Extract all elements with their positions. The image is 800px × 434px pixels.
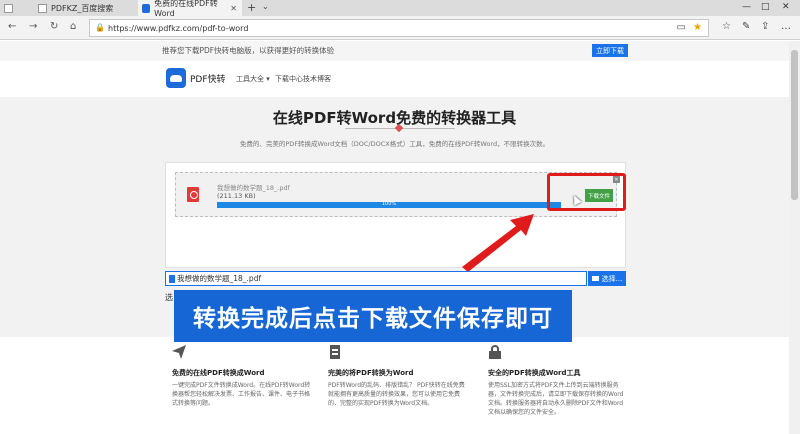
feature-desc: 使用SSL加密方式将PDF文件上传到云端转换服务器，文件转换完成后，请立即下载保… [488,382,624,416]
paper-plane-icon [172,345,186,359]
red-arrow-icon [462,214,534,272]
file-path-input[interactable]: 我想做的数学题_18_.pdf [165,271,587,286]
uploaded-file-size: (211.13 KB) [217,192,256,200]
favorite-star-icon[interactable]: ★ [693,22,702,33]
share-icon[interactable]: ⇪ [761,21,769,32]
pen-icon[interactable]: ✎ [742,21,750,32]
close-tab-icon[interactable]: ✕ [230,4,237,13]
lock-icon: 🔒 [95,23,105,32]
folder-icon [591,276,599,281]
browser-tab-bar: PDFKZ_百度搜索 免费的在线PDF转Word ✕ + ⌄ — □ ✕ [0,0,800,18]
url-text: https://www.pdfkz.com/pdf-to-word [108,23,249,33]
progress-text: 100% [381,201,397,207]
new-tab-icon[interactable]: + [247,1,256,14]
download-now-button[interactable]: 立即下载 [592,44,628,57]
more-icon[interactable]: … [781,21,791,32]
lock-icon [489,345,501,359]
maximize-icon[interactable]: □ [761,2,770,12]
feature-desc: PDF转Word的乱码、排版错乱？ PDF快转在线免费就能拥有更高质量的转换效果… [328,382,465,407]
feature-title: 免费的在线PDF转换成Word [172,369,265,377]
pdf-glyph-icon [330,345,340,359]
address-bar[interactable]: 🔒 https://www.pdfkz.com/pdf-to-word ▭ ★ [89,19,709,37]
scrollbar-thumb[interactable] [791,50,798,200]
chevron-down-icon[interactable]: ⌄ [262,2,269,11]
choose-file-label: 选择... [601,274,623,283]
file-icon [169,275,175,283]
favorites-icon[interactable]: ☆ [722,21,731,32]
nav-tools[interactable]: 工具大全 ▾ [236,74,270,84]
select-label: 选 [165,293,173,302]
instruction-overlay: 转换完成后点击下载文件保存即可 [174,290,572,342]
logo-icon[interactable] [166,68,186,88]
site-header: PDF快转 工具大全 ▾ 下载中心 技术博客 [0,61,789,97]
choose-file-button[interactable]: 选择... [588,271,626,286]
nav-tech-blog[interactable]: 技术博客 [303,74,331,84]
home-icon[interactable]: ⌂ [70,21,76,32]
browser-nav-bar: ← → ↻ ⌂ 🔒 https://www.pdfkz.com/pdf-to-w… [0,16,800,40]
uploaded-file-name: 我想做的数学题_18_.pdf [217,184,290,192]
web-page: 推荐您下载PDF快转电脑版，以获得更好的转换体验 立即下载 PDF快转 工具大全… [0,41,789,434]
promo-banner: 推荐您下载PDF快转电脑版，以获得更好的转换体验 立即下载 [0,41,789,61]
refresh-icon[interactable]: ↻ [50,21,58,32]
pdfkz-favicon [142,3,151,13]
minimize-icon[interactable]: — [742,2,751,12]
tab-active[interactable]: 免费的在线PDF转Word ✕ [138,0,242,18]
page-icon [38,3,47,13]
close-window-icon[interactable]: ✕ [782,2,790,12]
feature-desc: 一键完成PDF文件转换成Word。在线PDF转Word转换器帮您轻松解决发票、工… [172,382,311,407]
pdf-file-icon [187,187,199,202]
page-title: 在线PDF转Word免费的转换器工具 [272,109,517,127]
page-icon [4,3,13,13]
tab-label: PDFKZ_百度搜索 [51,3,114,13]
highlight-box [547,173,626,211]
reading-view-icon[interactable]: ▭ [677,22,686,33]
tab-pinned[interactable] [0,0,34,16]
feature-title: 安全的PDF转换成Word工具 [488,369,581,377]
logo-text[interactable]: PDF快转 [190,72,226,85]
forward-icon[interactable]: → [29,21,37,32]
feature-title: 完美的将PDF转换为Word [328,369,414,377]
file-path-value: 我想做的数学题_18_.pdf [177,274,262,283]
back-icon[interactable]: ← [8,21,16,32]
page-subtitle: 免费的、完美的PDF转换成Word文档（DOC/DOCX格式）工具，免费的在线P… [239,140,550,148]
nav-download-center[interactable]: 下载中心 [275,74,303,84]
banner-text: 推荐您下载PDF快转电脑版，以获得更好的转换体验 [162,46,335,55]
tab-baidu[interactable]: PDFKZ_百度搜索 [34,0,138,16]
